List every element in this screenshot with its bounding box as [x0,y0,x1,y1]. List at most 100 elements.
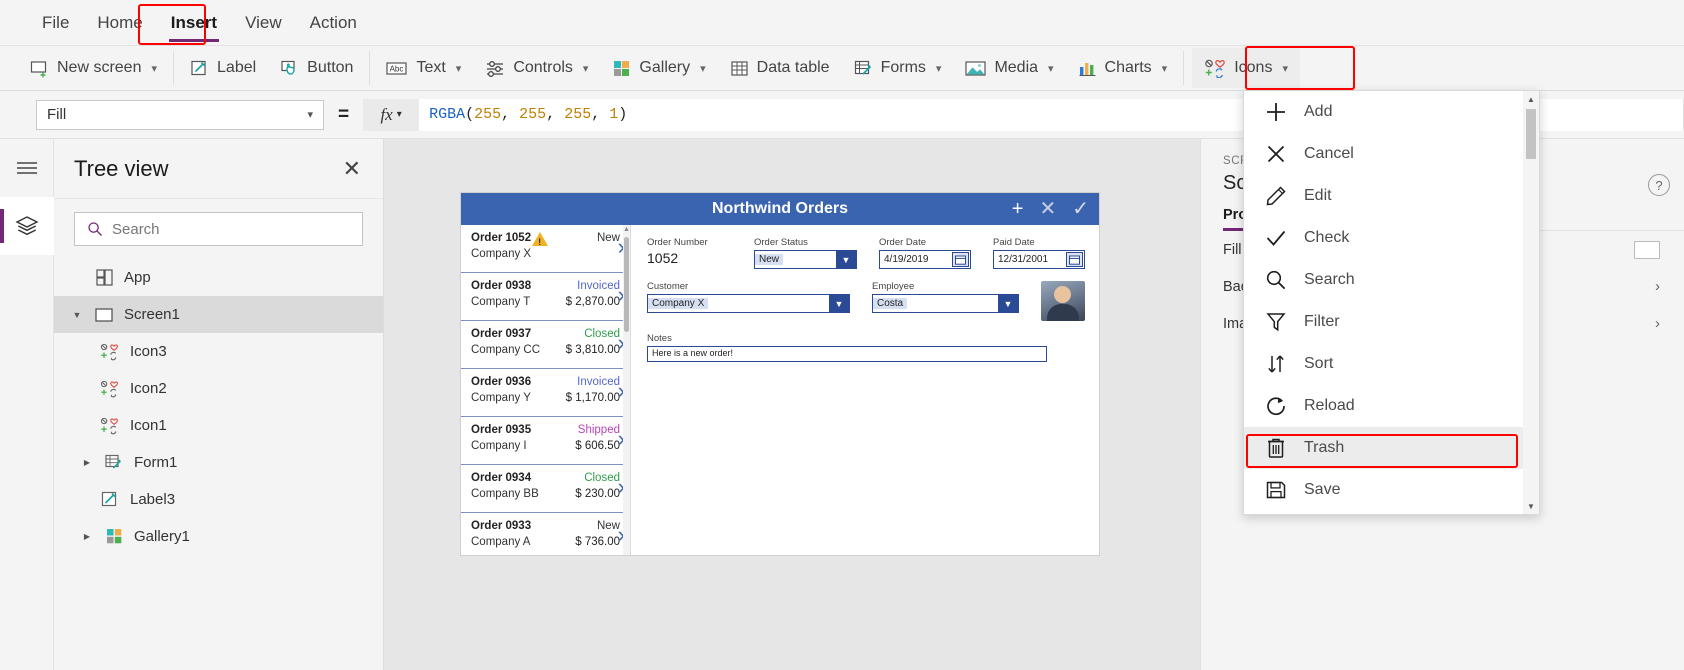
ribbon-media[interactable]: Media ▾ [953,48,1065,88]
tree-node-form1[interactable]: ▶ Form1 [54,444,383,481]
chevron-down-icon[interactable]: ▼ [836,251,856,268]
chevron-down-icon: ▾ [151,62,158,75]
order-date-input[interactable]: 4/19/2019 [879,250,971,269]
app-body: Order 1052 New Company X › Order 0938 In… [461,225,1099,555]
fx-button[interactable]: fx ▾ [363,98,420,131]
list-item[interactable]: Order 1052 New Company X › [461,225,630,273]
list-item[interactable]: Order 0933 New Company A $ 736.00 › [461,513,630,555]
employee-dropdown[interactable]: Costa ▼ [872,294,1019,313]
hamburger-icon [15,160,39,176]
chevron-right-icon[interactable]: › [1655,278,1660,295]
layers-icon [15,215,39,237]
ribbon-icons[interactable]: Icons ▾ [1192,48,1300,88]
tree-node-icon3[interactable]: Icon3 [54,333,383,370]
icons-menu-scrollbar[interactable]: ▲ ▼ [1523,91,1539,514]
icons-dropdown-menu[interactable]: Add Cancel Edit Check Search Filter Sort… [1243,90,1540,515]
tree-node-app[interactable]: App [54,259,383,296]
order-company: Company CC [471,344,541,356]
ribbon-data-table[interactable]: Data table [718,48,842,88]
cancel-icon[interactable]: ✕ [1039,199,1056,219]
tree-node-screen1[interactable]: ▼ Screen1 [54,296,383,333]
new-screen-icon [30,59,49,78]
menu-item-home[interactable]: Home [83,5,156,41]
menu-item-file[interactable]: File [28,5,83,41]
icon-menu-item-save[interactable]: Save [1244,469,1523,511]
icon-menu-item-cancel[interactable]: Cancel [1244,133,1523,175]
list-item[interactable]: Order 0938 Invoiced Company T $ 2,870.00… [461,273,630,321]
menu-item-insert[interactable]: Insert [157,5,231,42]
chevron-down-icon: ▾ [1161,62,1168,75]
icon-menu-item-add[interactable]: Add [1244,91,1523,133]
tree-view-title: Tree view [74,155,169,181]
form-row-1: Order Number 1052 Order Status New ▼ Ord… [647,237,1085,269]
tree-view-rail-button[interactable] [0,197,54,255]
icons-menu-scroll-thumb[interactable] [1526,109,1536,159]
ribbon-controls[interactable]: Controls ▾ [473,48,600,88]
equals-sign: = [338,103,350,125]
list-item[interactable]: Order 0937 Closed Company CC $ 3,810.00 … [461,321,630,369]
app-title: Northwind Orders [711,200,848,217]
formula-arg-b: 255 [564,106,592,123]
calendar-icon[interactable] [952,252,969,267]
order-company: Company A [471,536,531,548]
icon-menu-item-reload[interactable]: Reload [1244,385,1523,427]
scroll-up-icon[interactable]: ▲ [1523,91,1539,107]
search-input[interactable]: Search [74,212,363,246]
calendar-icon[interactable] [1066,252,1083,267]
gallery-scrollbar[interactable]: ▲ [623,225,630,555]
add-icon[interactable]: + [1012,199,1024,219]
order-amount: $ 230.00 [575,488,620,500]
ribbon-gallery[interactable]: Gallery ▾ [600,48,717,88]
customer-dropdown[interactable]: Company X ▼ [647,294,850,313]
ribbon-text[interactable]: Abc Text ▾ [374,48,473,88]
plus-icon [1264,100,1288,124]
order-name: Order 0938 [471,280,532,292]
icon-menu-item-check[interactable]: Check [1244,217,1523,259]
icon-menu-item-filter[interactable]: Filter [1244,301,1523,343]
icon-menu-item-search[interactable]: Search [1244,259,1523,301]
tree-node-icon1[interactable]: Icon1 [54,407,383,444]
gallery-scroll-thumb[interactable] [624,237,629,332]
close-icon[interactable]: ✕ [343,156,361,182]
icon-menu-item-trash[interactable]: Trash [1244,427,1523,469]
icon-menu-item-sort[interactable]: Sort [1244,343,1523,385]
orders-gallery[interactable]: Order 1052 New Company X › Order 0938 In… [461,225,631,555]
ribbon-button[interactable]: Button [268,48,365,88]
chevron-down-icon: ▾ [935,62,942,75]
order-status-dropdown[interactable]: New ▼ [754,250,857,269]
notes-input[interactable]: Here is a new order! [647,346,1047,362]
chevron-down-icon[interactable]: ▼ [829,295,849,312]
tree-expand-arrow[interactable]: ▶ [80,532,94,541]
help-icon[interactable]: ? [1648,174,1670,196]
ribbon-charts[interactable]: Charts ▾ [1066,48,1180,88]
scroll-up-icon[interactable]: ▲ [623,226,630,233]
menu-item-action[interactable]: Action [296,5,371,41]
paid-date-input[interactable]: 12/31/2001 [993,250,1085,269]
tree-node-icon2[interactable]: Icon2 [54,370,383,407]
tree-node-gallery1[interactable]: ▶ Gallery1 [54,518,383,555]
list-item[interactable]: Order 0936 Invoiced Company Y $ 1,170.00… [461,369,630,417]
tree-collapse-arrow[interactable]: ▼ [70,310,84,320]
ribbon-forms[interactable]: Forms ▾ [842,48,954,88]
controls-icon [485,59,505,78]
ribbon-new-screen[interactable]: New screen ▾ [18,48,169,88]
list-item[interactable]: Order 0934 Closed Company BB $ 230.00 › [461,465,630,513]
field-value: 1052 [647,250,679,266]
menu-item-label: File [42,12,70,32]
icon-menu-item-edit[interactable]: Edit [1244,175,1523,217]
active-tab-underline [168,38,220,42]
chevron-down-icon[interactable]: ▼ [998,295,1018,312]
list-item[interactable]: Order 0935 Shipped Company I $ 606.50 › [461,417,630,465]
check-icon[interactable]: ✓ [1072,199,1089,219]
chevron-right-icon[interactable]: › [1655,315,1660,332]
scroll-down-icon[interactable]: ▼ [1523,498,1539,514]
app-preview-screen[interactable]: Northwind Orders + ✕ ✓ Order 1052 New [461,193,1099,555]
property-selector[interactable]: Fill ▾ [36,99,324,130]
ribbon-label[interactable]: Label [178,48,268,88]
tree-node-label3[interactable]: Label3 [54,481,383,518]
color-swatch[interactable] [1634,240,1660,259]
hamburger-menu-button[interactable] [0,139,54,197]
chevron-down-icon: ▾ [700,62,706,75]
tree-expand-arrow[interactable]: ▶ [80,458,94,467]
menu-item-view[interactable]: View [231,5,296,41]
